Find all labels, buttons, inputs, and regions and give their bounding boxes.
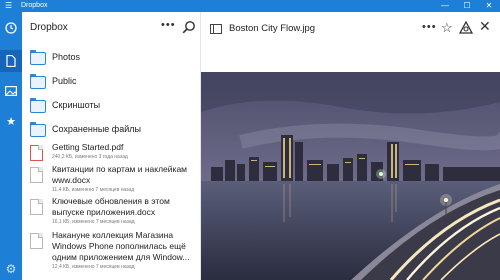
settings-icon: ⚙ [5,262,17,276]
file-item-key-updates[interactable]: Ключевые обновления в этом выпуске прило… [22,196,200,230]
share-icon[interactable] [459,21,473,35]
photo-preview [201,72,500,280]
pane-header: Dropbox ••• [22,12,200,46]
window-title: Dropbox [21,2,48,9]
star-icon: ★ [6,115,16,128]
doc-file-icon [30,167,43,183]
pdf-file-icon [30,145,43,161]
folder-label: Сохраненные файлы [52,124,141,134]
photos-nav-button[interactable] [0,80,22,102]
window-controls: — ☐ ✕ [434,0,500,12]
folder-icon [30,74,46,89]
viewer-header: Boston City Flow.jpg ••• ☆ ✕ [201,12,500,46]
file-meta: 12,4 КБ, изменено 7 месяцев назад [52,264,135,270]
file-name: Квитанции по картам и наклейкам www.docx [52,164,188,185]
file-list: Photos Public Скриншоты Сохраненные файл… [22,46,200,274]
toggle-pane-icon[interactable] [210,24,222,34]
folder-item-public[interactable]: Public [22,70,200,94]
file-name: Накануне коллекция Магазина Windows Phon… [52,230,190,262]
doc-file-icon [30,233,43,249]
file-meta: 16,1 КБ, изменено 7 месяцев назад [52,219,135,225]
close-window-button[interactable]: ✕ [478,0,500,12]
viewer-more-icon[interactable]: ••• [422,21,437,33]
file-item-getting-started[interactable]: Getting Started.pdf 240,2 КБ, изменено 3… [22,142,200,164]
file-meta: 240,2 КБ, изменено 3 года назад [52,154,128,160]
pane-title: Dropbox [30,22,68,33]
viewer-title: Boston City Flow.jpg [229,23,316,34]
photo-icon [5,86,17,96]
recent-nav-button[interactable] [0,17,22,39]
file-meta: 11,4 КБ, изменено 7 месяцев назад [52,187,135,193]
folder-icon [30,98,46,113]
folder-icon [30,50,46,65]
search-icon[interactable] [182,20,196,34]
favorites-nav-button[interactable]: ★ [0,110,22,132]
hamburger-icon[interactable]: ☰ [5,1,12,11]
file-list-pane: Dropbox ••• Photos Public Скриншоты Сохр… [22,12,201,280]
folder-item-photos[interactable]: Photos [22,46,200,70]
close-viewer-icon[interactable]: ✕ [479,18,491,35]
folder-label: Photos [52,52,81,62]
nav-rail: ★ ⚙ [0,12,22,280]
folder-label: Скриншоты [52,100,101,110]
settings-nav-button[interactable]: ⚙ [0,258,22,280]
file-item-receipts[interactable]: Квитанции по картам и наклейкам www.docx… [22,164,200,196]
folder-item-screenshots[interactable]: Скриншоты [22,94,200,118]
files-nav-button[interactable] [0,50,22,72]
maximize-button[interactable]: ☐ [456,0,478,12]
doc-file-icon [30,199,43,215]
city-photo-image [201,72,500,280]
file-name: Getting Started.pdf [52,142,124,152]
clock-icon [5,22,17,34]
file-icon [6,55,16,67]
folder-label: Public [52,76,77,86]
folder-item-saved-files[interactable]: Сохраненные файлы [22,118,200,142]
file-name: Ключевые обновления в этом выпуске прило… [52,196,170,217]
file-item-windows-phone[interactable]: Накануне коллекция Магазина Windows Phon… [22,230,200,274]
title-bar: ☰ Dropbox — ☐ ✕ [0,0,500,12]
folder-icon [30,122,46,137]
minimize-button[interactable]: — [434,0,456,12]
favorite-star-icon[interactable]: ☆ [441,20,453,36]
more-options-icon[interactable]: ••• [161,19,176,31]
